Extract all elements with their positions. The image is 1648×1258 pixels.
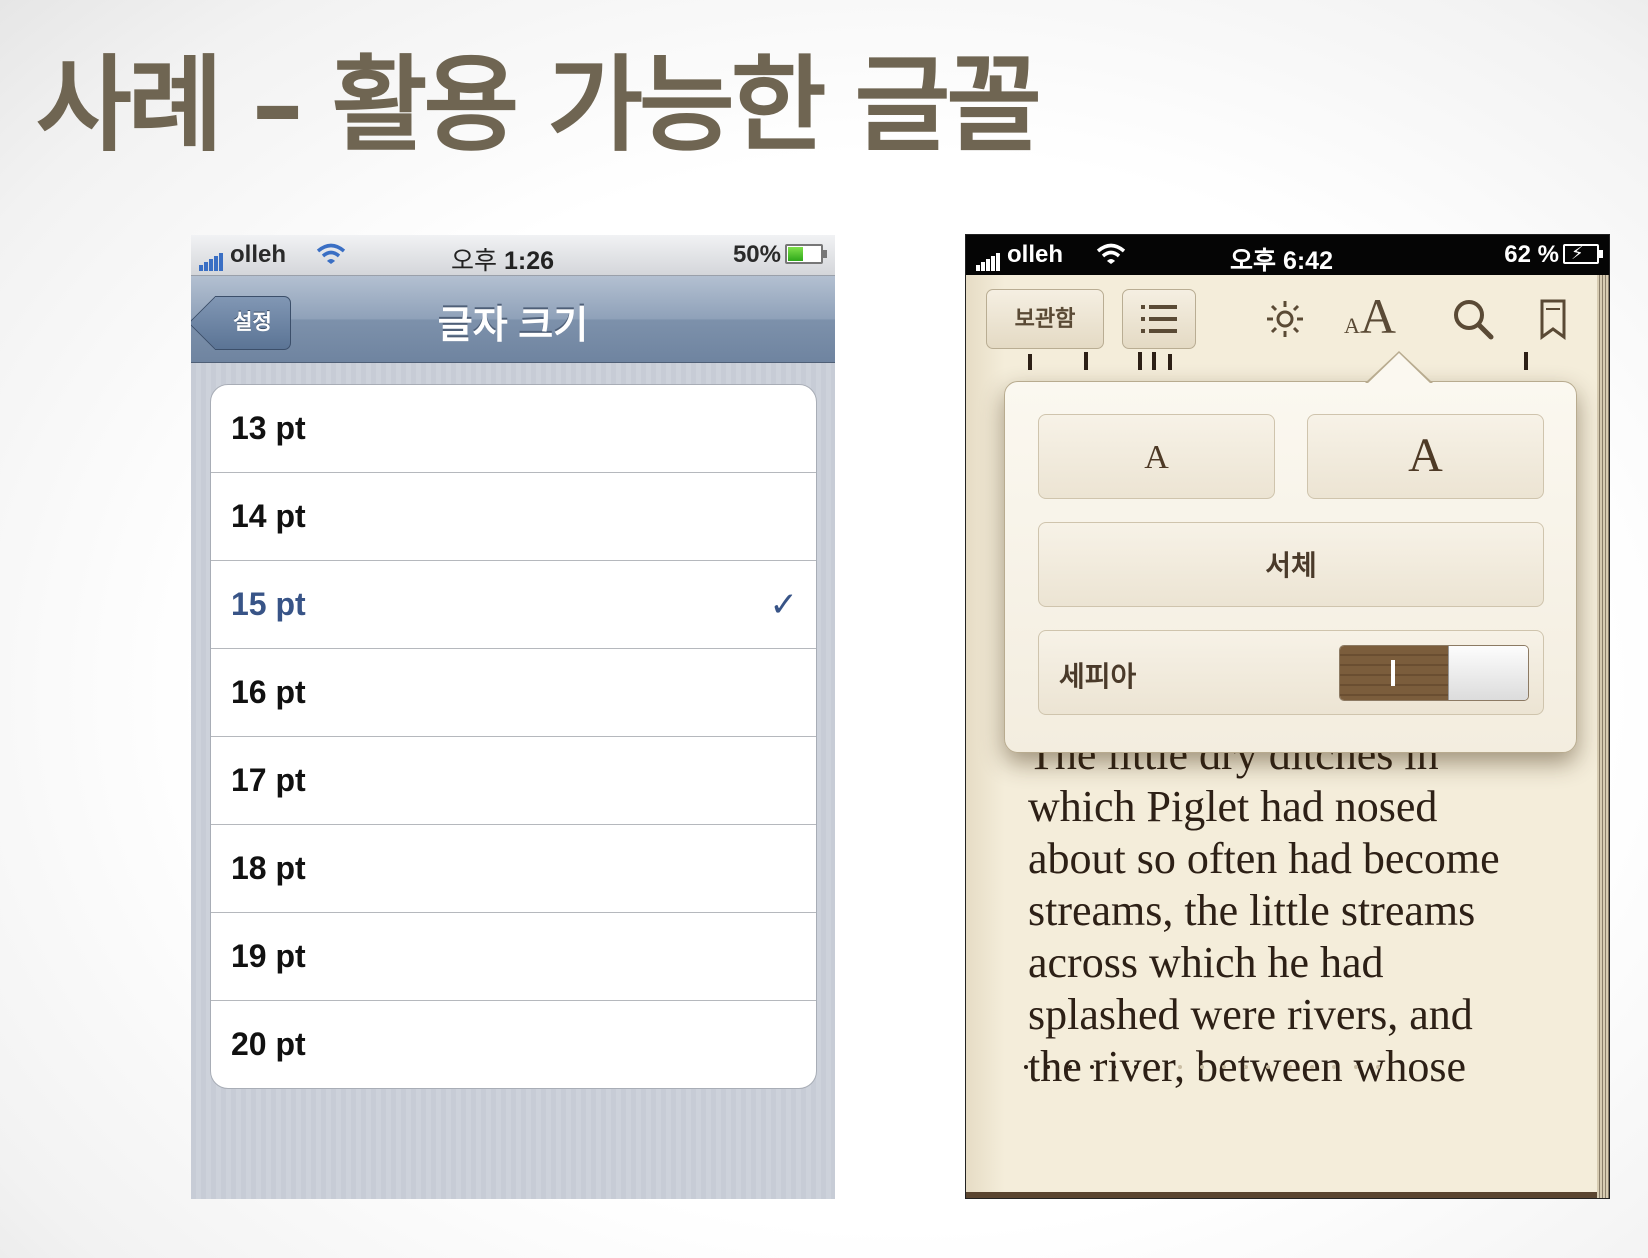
fonts-button[interactable]: 서체 xyxy=(1038,522,1544,607)
font-size-icon[interactable]: AA xyxy=(1344,287,1396,347)
search-icon[interactable] xyxy=(1450,289,1496,349)
back-button-label: 설정 xyxy=(233,311,272,334)
font-size-option-label: 15 pt xyxy=(231,586,306,622)
font-size-option[interactable]: 17 pt xyxy=(211,737,816,825)
back-button-area: 설정 xyxy=(191,276,301,362)
toggle-knob[interactable] xyxy=(1448,646,1528,700)
page-text-line: about so often had become xyxy=(1028,834,1500,883)
obscured-text-fragment xyxy=(1026,350,1556,370)
font-size-option[interactable]: 16 pt xyxy=(211,649,816,737)
battery: 62 % ⚡ xyxy=(1504,241,1603,269)
wifi-icon xyxy=(316,243,346,264)
clock-period: 오후 xyxy=(451,247,498,275)
book-cover-edge xyxy=(966,1192,1597,1198)
font-size-option[interactable]: 18 pt xyxy=(211,825,816,913)
wifi-icon xyxy=(1096,243,1126,264)
sun-icon[interactable] xyxy=(1264,289,1306,349)
sepia-toggle[interactable] xyxy=(1339,645,1529,701)
font-size-list: 13 pt 14 pt 15 pt ✓ 16 pt 17 pt 18 pt 19 pt 20 p… xyxy=(210,384,817,1089)
font-size-icon-small: A xyxy=(1344,313,1360,338)
popover-arrow xyxy=(1365,351,1433,384)
font-size-option[interactable]: 20 pt xyxy=(211,1001,816,1088)
decrease-font-button[interactable]: A xyxy=(1038,414,1275,499)
page-edge xyxy=(1597,275,1609,1198)
page-text-line: streams, the little streams xyxy=(1028,886,1476,935)
increase-font-button[interactable]: A xyxy=(1307,414,1544,499)
battery: 50% xyxy=(732,241,827,269)
navigation-bar: 설정 글자 크기 xyxy=(191,276,835,363)
sepia-label: 세피아 xyxy=(1059,661,1137,692)
font-size-option-label: 14 pt xyxy=(231,498,306,534)
battery-charging-icon: ⚡ xyxy=(1563,243,1603,264)
font-size-option[interactable]: 13 pt xyxy=(211,385,816,473)
checkmark-icon: ✓ xyxy=(769,585,799,625)
list-icon xyxy=(1141,305,1177,333)
battery-icon xyxy=(785,244,827,264)
carrier-name: olleh xyxy=(230,241,287,268)
page-text-line: which Piglet had nosed xyxy=(1028,782,1438,831)
battery-percent: 62 % xyxy=(1504,241,1559,268)
carrier: olleh xyxy=(199,241,286,271)
clock: 오후 6:42 xyxy=(1230,247,1333,275)
font-size-option-label: 19 pt xyxy=(231,938,306,974)
font-size-icon-large: A xyxy=(1359,288,1396,344)
slide-title: 사례 – 활용 가능한 글꼴 xyxy=(36,44,1042,166)
font-size-option-label: 18 pt xyxy=(231,850,306,886)
library-button[interactable]: 보관함 xyxy=(986,289,1104,349)
carrier-name: olleh xyxy=(1007,241,1064,268)
ibooks-phone-screen: olleh 오후 6:42 62 % ⚡ 보관함 AA The little d… xyxy=(965,234,1610,1199)
book-page-text: The little dry ditches in which Piglet ha… xyxy=(1028,729,1568,1093)
carrier: olleh xyxy=(976,241,1063,271)
battery-percent: 50% xyxy=(732,241,781,268)
page-text-line: splashed were rivers, and xyxy=(1028,990,1473,1039)
status-bar: olleh 오후 6:42 62 % ⚡ xyxy=(966,235,1609,275)
clock-time: 1:26 xyxy=(503,247,555,275)
page-text-line: across which he had xyxy=(1028,938,1384,987)
status-bar: olleh 오후 1:26 50% xyxy=(191,235,835,276)
signal-icon xyxy=(976,243,1001,271)
back-button[interactable]: 설정 xyxy=(215,296,291,350)
settings-phone-screen: olleh 오후 1:26 50% 설정 글자 크기 13 pt 14 pt 15 … xyxy=(191,235,835,1199)
font-size-option[interactable]: 15 pt ✓ xyxy=(211,561,816,649)
font-size-option-label: 20 pt xyxy=(231,1026,306,1062)
clock: 오후 1:26 xyxy=(451,241,554,277)
sepia-row: 세피아 xyxy=(1038,630,1544,715)
toggle-on-track xyxy=(1340,646,1448,700)
bookmark-icon[interactable] xyxy=(1538,289,1568,349)
page-scrubber[interactable] xyxy=(1024,1065,1380,1069)
font-size-option-label: 16 pt xyxy=(231,674,306,710)
font-size-option[interactable]: 14 pt xyxy=(211,473,816,561)
table-of-contents-button[interactable] xyxy=(1122,289,1196,349)
font-size-option-label: 17 pt xyxy=(231,762,306,798)
font-settings-popover: A A 서체 세피아 xyxy=(1004,351,1577,753)
font-size-option-label: 13 pt xyxy=(231,410,306,446)
battery-fill xyxy=(788,247,804,261)
font-size-option[interactable]: 19 pt xyxy=(211,913,816,1001)
signal-icon xyxy=(199,243,224,271)
